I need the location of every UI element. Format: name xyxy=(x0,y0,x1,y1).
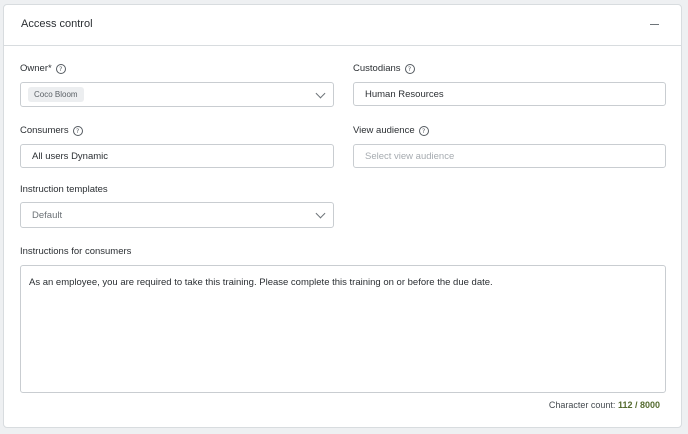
view-audience-input[interactable]: Select view audience xyxy=(353,144,666,168)
instructions-label: Instructions for consumers xyxy=(20,246,132,257)
access-control-panel: Access control Owner* ? Coco Bloom Custo… xyxy=(3,4,682,428)
help-circle-icon[interactable]: ? xyxy=(55,63,66,74)
panel-header[interactable]: Access control xyxy=(4,5,681,46)
character-count-value: 112 / 8000 xyxy=(617,400,660,410)
instruction-templates-value: Default xyxy=(32,209,63,221)
custodians-input[interactable]: Human Resources xyxy=(353,82,666,106)
minus-icon[interactable] xyxy=(647,14,663,34)
custodians-label-row: Custodians ? xyxy=(353,63,415,74)
owner-label: Owner* xyxy=(20,63,52,74)
instructions-label-row: Instructions for consumers xyxy=(20,246,131,257)
owner-chip[interactable]: Coco Bloom xyxy=(28,87,84,102)
owner-select[interactable]: Coco Bloom xyxy=(20,82,334,107)
view-audience-placeholder: Select view audience xyxy=(365,150,455,162)
view-audience-label: View audience xyxy=(353,125,415,136)
custodians-value: Human Resources xyxy=(365,88,444,100)
help-circle-icon[interactable]: ? xyxy=(404,63,415,74)
chevron-down-icon[interactable] xyxy=(315,208,326,219)
owner-label-row: Owner* ? xyxy=(20,63,66,74)
instructions-textarea[interactable]: As an employee, you are required to take… xyxy=(20,265,666,393)
consumers-input[interactable]: All users Dynamic xyxy=(20,144,334,168)
consumers-label-row: Consumers ? xyxy=(20,125,83,136)
help-circle-icon[interactable]: ? xyxy=(418,125,429,136)
custodians-label: Custodians xyxy=(353,63,401,74)
character-count: Character count: 112 / 8000 xyxy=(549,400,660,410)
instruction-templates-select[interactable]: Default xyxy=(20,202,334,228)
instruction-templates-label: Instruction templates xyxy=(20,184,108,195)
character-count-label: Character count: xyxy=(548,400,616,410)
panel-title: Access control xyxy=(21,18,93,30)
view-audience-label-row: View audience ? xyxy=(353,125,429,136)
consumers-label: Consumers xyxy=(20,125,69,136)
consumers-value: All users Dynamic xyxy=(32,150,109,162)
help-circle-icon[interactable]: ? xyxy=(72,125,83,136)
instruction-templates-label-row: Instruction templates xyxy=(20,184,108,195)
chevron-down-icon[interactable] xyxy=(315,88,326,99)
